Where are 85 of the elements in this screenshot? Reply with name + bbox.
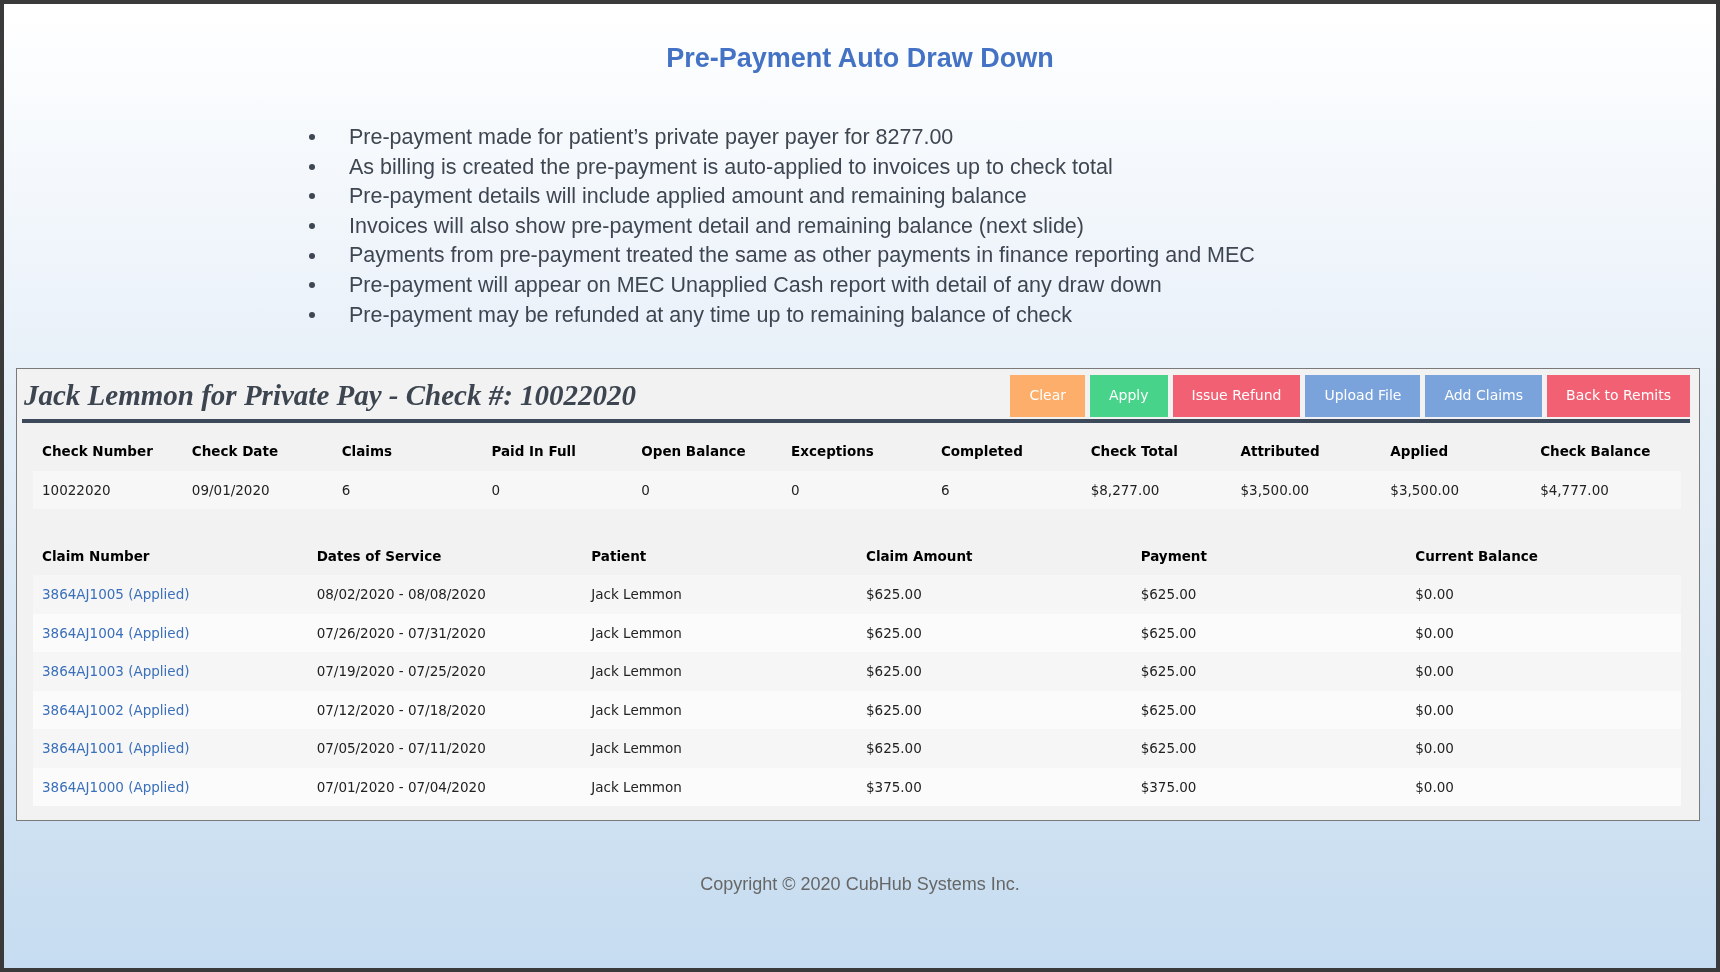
- table-cell: 0: [482, 470, 633, 510]
- column-header: Paid In Full: [482, 432, 633, 471]
- claim-link[interactable]: 3864AJ1002 (Applied): [42, 701, 190, 718]
- column-header: Open Balance: [632, 432, 783, 471]
- table-cell: Jack Lemmon: [582, 729, 857, 768]
- bullet-text: Pre-payment made for patient’s private payer payer for 8277.00: [349, 124, 954, 152]
- claim-link[interactable]: 3864AJ1004 (Applied): [42, 624, 190, 641]
- table-cell: 10022020: [33, 470, 183, 510]
- table-cell: $0.00: [1406, 652, 1681, 691]
- column-header: Check Balance: [1531, 432, 1681, 471]
- table-cell: $625.00: [856, 613, 1132, 653]
- slide-title: Pre-Payment Auto Draw Down: [665, 42, 1055, 75]
- table-cell: $625.00: [1131, 729, 1407, 768]
- table-cell: $625.00: [856, 729, 1132, 768]
- table-cell: $375.00: [856, 767, 1132, 807]
- column-header: Payment: [1131, 537, 1407, 576]
- column-header: Exceptions: [782, 432, 932, 471]
- column-header: Completed: [931, 432, 1082, 471]
- table-cell: $375.00: [1131, 767, 1407, 807]
- table-cell: $625.00: [1131, 613, 1407, 653]
- table-cell: $4,777.00: [1531, 470, 1681, 510]
- action-button[interactable]: Upload File: [1305, 374, 1421, 417]
- column-header: Claims: [332, 432, 483, 471]
- bullet-text: As billing is created the pre-payment is auto-applied to invoices up to check total: [349, 153, 1113, 181]
- table-cell: Jack Lemmon: [582, 652, 857, 691]
- column-header: Claim Amount: [856, 537, 1132, 576]
- action-button[interactable]: Issue Refund: [1172, 374, 1301, 417]
- table-cell: $0.00: [1406, 690, 1681, 730]
- table-cell: $625.00: [856, 575, 1132, 614]
- table-cell: 09/01/2020: [182, 470, 333, 510]
- table-cell: 07/26/2020 - 07/31/2020: [307, 613, 583, 653]
- column-header: Check Number: [33, 432, 183, 471]
- bullet-icon: [309, 282, 315, 289]
- table-cell: $0.00: [1406, 729, 1681, 768]
- table-cell: $0.00: [1406, 575, 1681, 614]
- column-header: Attributed: [1231, 432, 1382, 471]
- column-header: Current Balance: [1406, 537, 1681, 576]
- table-cell: Jack Lemmon: [582, 575, 857, 614]
- bullet-text: Pre-payment will appear on MEC Unapplied Cash report with detail of any draw down: [349, 272, 1162, 300]
- table-cell: 08/02/2020 - 08/08/2020: [307, 575, 583, 614]
- claim-link[interactable]: 3864AJ1000 (Applied): [42, 778, 190, 795]
- column-header: Patient: [582, 537, 857, 576]
- table-cell: 0: [632, 470, 783, 510]
- column-header: Claim Number: [33, 537, 308, 576]
- column-header: Check Total: [1081, 432, 1232, 471]
- table-cell: 07/19/2020 - 07/25/2020: [307, 652, 583, 691]
- table-cell: 6: [332, 470, 483, 510]
- bullet-icon: [309, 222, 315, 229]
- column-header: Check Date: [182, 432, 333, 471]
- table-cell: Jack Lemmon: [582, 613, 857, 653]
- table-cell: $625.00: [1131, 690, 1407, 730]
- panel-title: Jack Lemmon for Private Pay - Check #: 10022020: [23, 378, 637, 413]
- bullet-text: Invoices will also show pre-payment detail and remaining balance (next slide): [349, 212, 1084, 240]
- bullet-text: Payments from pre-payment treated the same as other payments in finance reporting and MEC: [349, 242, 1255, 270]
- table-cell: $0.00: [1406, 767, 1681, 807]
- table-cell: $625.00: [856, 652, 1132, 691]
- action-button[interactable]: Back to Remits: [1547, 374, 1690, 417]
- table-cell: $625.00: [1131, 575, 1407, 614]
- table-cell: 07/05/2020 - 07/11/2020: [307, 729, 583, 768]
- claim-link[interactable]: 3864AJ1001 (Applied): [42, 740, 190, 757]
- table-cell: $625.00: [856, 690, 1132, 730]
- table-cell: $3,500.00: [1231, 470, 1382, 510]
- claim-link[interactable]: 3864AJ1003 (Applied): [42, 663, 190, 680]
- claim-link[interactable]: 3864AJ1005 (Applied): [42, 586, 190, 603]
- bullet-icon: [309, 252, 315, 259]
- table-cell: $625.00: [1131, 652, 1407, 691]
- column-header: Dates of Service: [307, 537, 583, 576]
- table-cell: Jack Lemmon: [582, 690, 857, 730]
- table-cell: $8,277.00: [1081, 470, 1232, 510]
- copyright-text: Copyright © 2020 CubHub Systems Inc.: [699, 873, 1021, 897]
- bullet-text: Pre-payment details will include applied amount and remaining balance: [349, 183, 1027, 211]
- bullet-icon: [309, 134, 315, 141]
- table-cell: Jack Lemmon: [582, 767, 857, 807]
- table-cell: 07/01/2020 - 07/04/2020: [307, 767, 583, 807]
- table-cell: 0: [782, 470, 932, 510]
- action-button[interactable]: Add Claims: [1425, 374, 1543, 417]
- bullet-icon: [309, 311, 315, 318]
- bullet-icon: [309, 163, 315, 170]
- table-cell: 07/12/2020 - 07/18/2020: [307, 690, 583, 730]
- table-cell: $0.00: [1406, 613, 1681, 653]
- table-cell: $3,500.00: [1381, 470, 1532, 510]
- column-header: Applied: [1381, 432, 1532, 471]
- bullet-text: Pre-payment may be refunded at any time up to remaining balance of check: [349, 301, 1073, 329]
- bullet-icon: [309, 193, 315, 200]
- table-cell: 6: [931, 470, 1082, 510]
